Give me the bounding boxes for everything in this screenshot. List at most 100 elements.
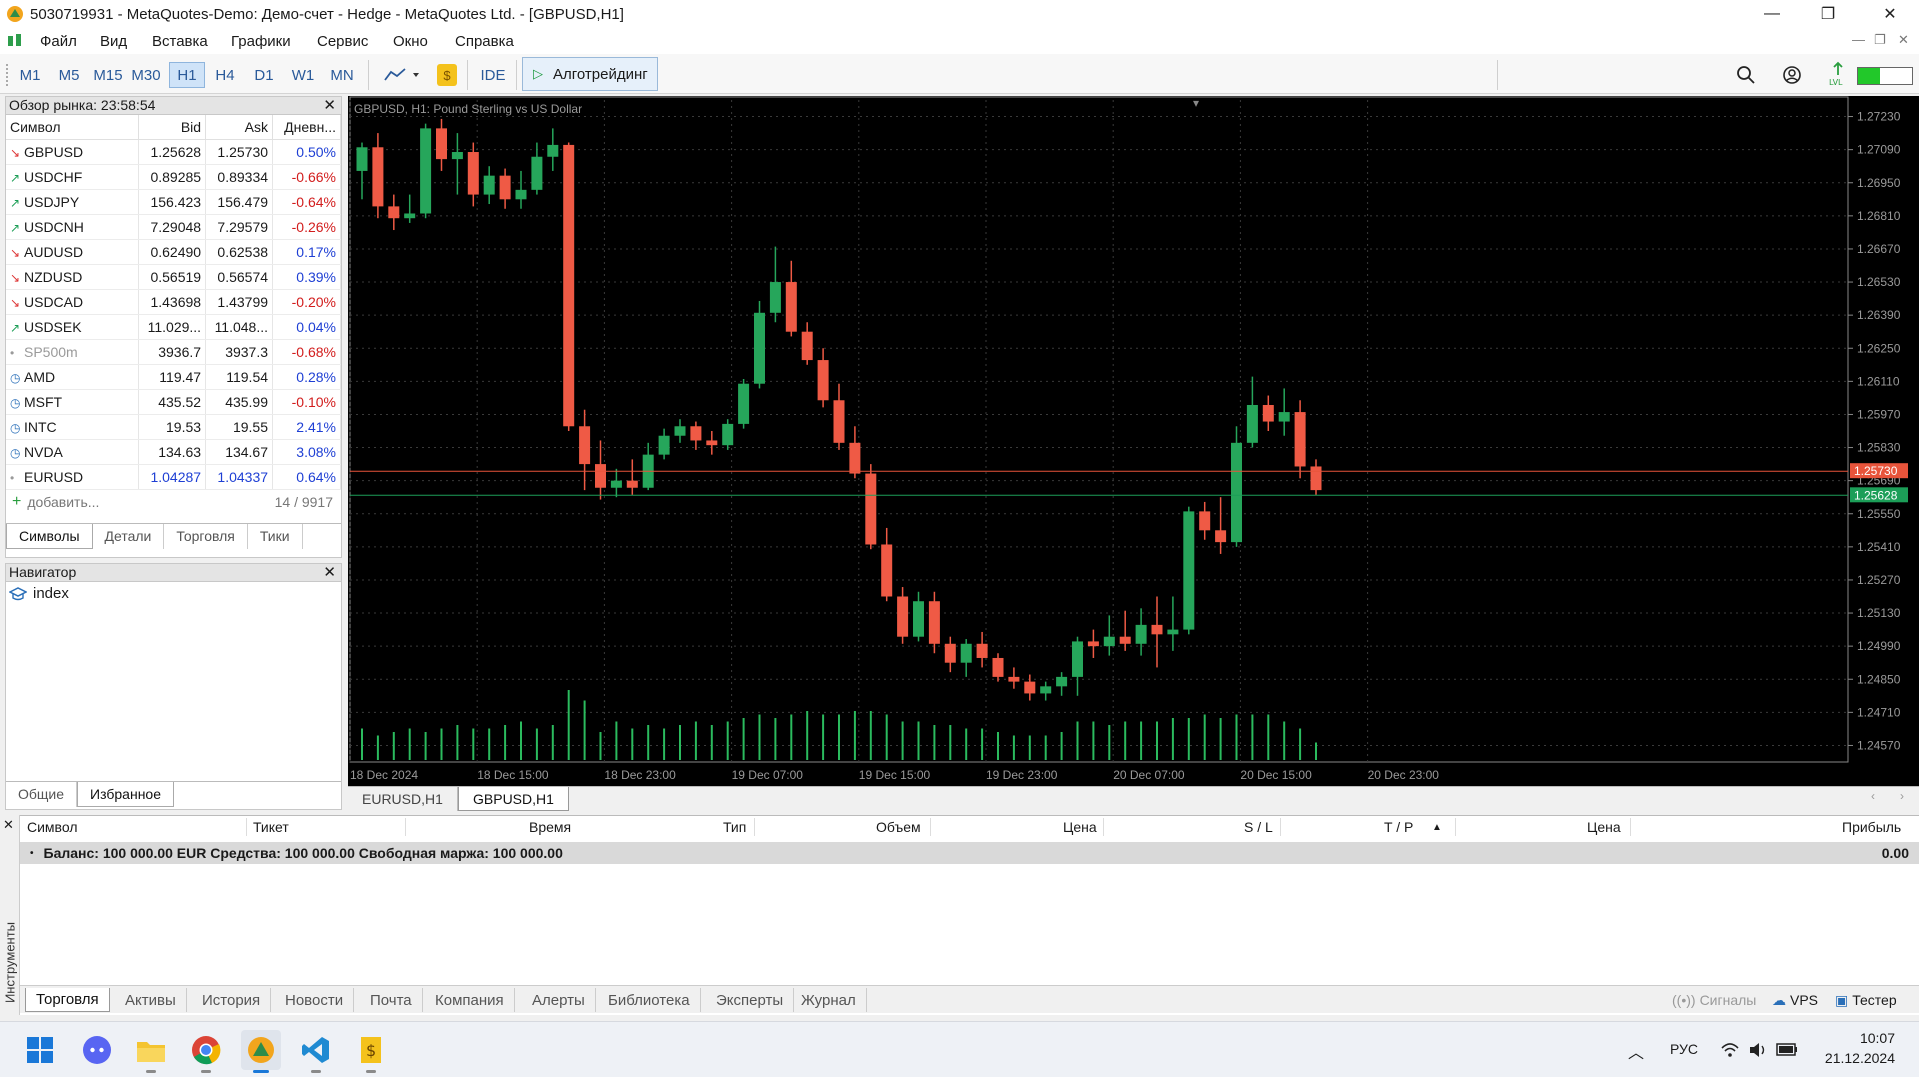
candle-body[interactable]: [976, 643, 988, 658]
col-volume[interactable]: Объем: [876, 816, 921, 838]
candle-body[interactable]: [1072, 641, 1083, 677]
tf-m1[interactable]: M1: [15, 62, 45, 88]
col-tp[interactable]: T / P: [1384, 816, 1413, 838]
tf-m5[interactable]: M5: [54, 62, 84, 88]
account-icon[interactable]: [1782, 65, 1802, 85]
market-watch-row[interactable]: • SP500m 3936.7 3937.3 -0.68%: [6, 339, 341, 365]
candle-body[interactable]: [515, 189, 527, 200]
vscode-app[interactable]: [296, 1030, 336, 1073]
balance-row[interactable]: • Баланс: 100 000.00 EUR Средства: 100 0…: [20, 842, 1919, 864]
candle-body[interactable]: [1294, 412, 1306, 467]
candle-body[interactable]: [722, 423, 734, 446]
candle-body[interactable]: [738, 383, 750, 424]
candle-body[interactable]: [1008, 676, 1020, 682]
market-watch-row[interactable]: ↗ USDCNH 7.29048 7.29579 -0.26%: [6, 214, 341, 240]
tf-w1[interactable]: W1: [288, 62, 318, 88]
clock-date[interactable]: 21.12.2024: [1815, 1050, 1895, 1066]
tab-mail[interactable]: Почта: [360, 988, 423, 1012]
dollar-icon[interactable]: $: [437, 64, 457, 86]
market-watch-row[interactable]: ◷ INTC 19.53 19.55 2.41%: [6, 414, 341, 440]
candle-body[interactable]: [1056, 676, 1068, 687]
wifi-icon[interactable]: [1720, 1041, 1740, 1059]
col-time[interactable]: Время: [529, 816, 571, 838]
candle-body[interactable]: [626, 480, 638, 488]
candle-body[interactable]: [356, 147, 368, 171]
volume-icon[interactable]: [1748, 1041, 1768, 1059]
candle-body[interactable]: [897, 596, 909, 637]
menu-view[interactable]: Вид: [100, 33, 127, 50]
candle-body[interactable]: [451, 152, 463, 160]
battery-icon[interactable]: [1776, 1042, 1798, 1058]
keyboard-language[interactable]: РУС: [1670, 1041, 1698, 1057]
tf-d1[interactable]: D1: [249, 62, 279, 88]
candle-body[interactable]: [1119, 636, 1131, 644]
candle-body[interactable]: [1199, 511, 1211, 531]
chart-tab-eurusd[interactable]: EURUSD,H1: [348, 787, 458, 811]
candle-body[interactable]: [1278, 412, 1290, 422]
col-daily[interactable]: Дневн...: [272, 115, 341, 140]
candle-body[interactable]: [1310, 466, 1322, 491]
candle-body[interactable]: [690, 426, 702, 441]
candle-body[interactable]: [1246, 404, 1258, 443]
toolbar-grip[interactable]: [6, 64, 10, 86]
mdi-restore-icon[interactable]: ❐: [1874, 32, 1886, 48]
signals-button[interactable]: ((•)) Сигналы: [1672, 992, 1756, 1008]
scroll-right-icon[interactable]: ›: [1900, 789, 1904, 803]
market-watch-row[interactable]: ↘ NZDUSD 0.56519 0.56574 0.39%: [6, 264, 341, 290]
candle-body[interactable]: [1040, 686, 1052, 694]
menu-file[interactable]: Файл: [40, 33, 77, 50]
col-profit[interactable]: Прибыль: [1842, 816, 1901, 838]
candle-body[interactable]: [1135, 624, 1147, 644]
metaeditor-app[interactable]: $: [351, 1030, 391, 1073]
market-watch-row[interactable]: ↘ GBPUSD 1.25628 1.25730 0.50%: [6, 139, 341, 165]
tf-m30[interactable]: M30: [131, 62, 161, 88]
candle-body[interactable]: [547, 144, 559, 157]
chart-shift-marker-icon[interactable]: ▾: [1193, 96, 1199, 110]
candle-body[interactable]: [913, 601, 924, 637]
chart-type-icon[interactable]: [383, 66, 423, 84]
tab-assets[interactable]: Активы: [115, 988, 187, 1012]
candle-body[interactable]: [1087, 641, 1099, 647]
search-icon[interactable]: [1736, 65, 1756, 85]
scroll-left-icon[interactable]: ‹: [1871, 789, 1875, 803]
menu-insert[interactable]: Вставка: [152, 33, 208, 50]
candle-body[interactable]: [436, 128, 447, 160]
mdi-close-icon[interactable]: ✕: [1898, 32, 1909, 48]
candle-body[interactable]: [388, 206, 400, 219]
candle-body[interactable]: [769, 282, 781, 313]
discord-app[interactable]: [77, 1030, 117, 1070]
candle-body[interactable]: [881, 544, 893, 597]
chart-menu-icon[interactable]: [6, 32, 24, 50]
metatrader-app[interactable]: [241, 1030, 281, 1073]
col-symbol[interactable]: Символ: [6, 115, 140, 140]
candle-body[interactable]: [944, 643, 956, 663]
candle-body[interactable]: [754, 312, 765, 384]
col-bid[interactable]: Bid: [138, 115, 207, 140]
tab-company[interactable]: Компания: [425, 988, 515, 1012]
market-watch-row[interactable]: ↗ USDJPY 156.423 156.479 -0.64%: [6, 189, 341, 215]
close-button[interactable]: ✕: [1862, 0, 1918, 28]
candle-body[interactable]: [531, 156, 543, 190]
tab-library[interactable]: Библиотека: [598, 988, 701, 1012]
candle-body[interactable]: [563, 144, 575, 427]
mdi-minimize-icon[interactable]: —: [1852, 32, 1865, 47]
market-watch-row[interactable]: ↘ AUDUSD 0.62490 0.62538 0.17%: [6, 239, 341, 265]
close-icon[interactable]: ✕: [3, 817, 14, 833]
tab-symbols[interactable]: Символы: [6, 523, 93, 549]
clock-time[interactable]: 10:07: [1835, 1030, 1895, 1046]
chrome-app[interactable]: [186, 1030, 226, 1073]
candle-body[interactable]: [801, 331, 813, 361]
market-watch-row[interactable]: ◷ AMD 119.47 119.54 0.28%: [6, 364, 341, 390]
ide-button[interactable]: IDE: [476, 62, 510, 88]
menu-help[interactable]: Справка: [455, 33, 514, 50]
algo-trading-button[interactable]: ▷ Алготрейдинг: [522, 57, 658, 91]
tab-ticks[interactable]: Тики: [248, 523, 303, 549]
candle-body[interactable]: [1231, 442, 1242, 543]
tf-mn[interactable]: MN: [327, 62, 357, 88]
candle-body[interactable]: [1151, 624, 1163, 635]
tab-history[interactable]: История: [192, 988, 272, 1012]
candle-body[interactable]: [499, 175, 511, 200]
candle-body[interactable]: [1167, 629, 1179, 635]
col-type[interactable]: Тип: [723, 816, 746, 838]
tab-general[interactable]: Общие: [6, 782, 78, 807]
